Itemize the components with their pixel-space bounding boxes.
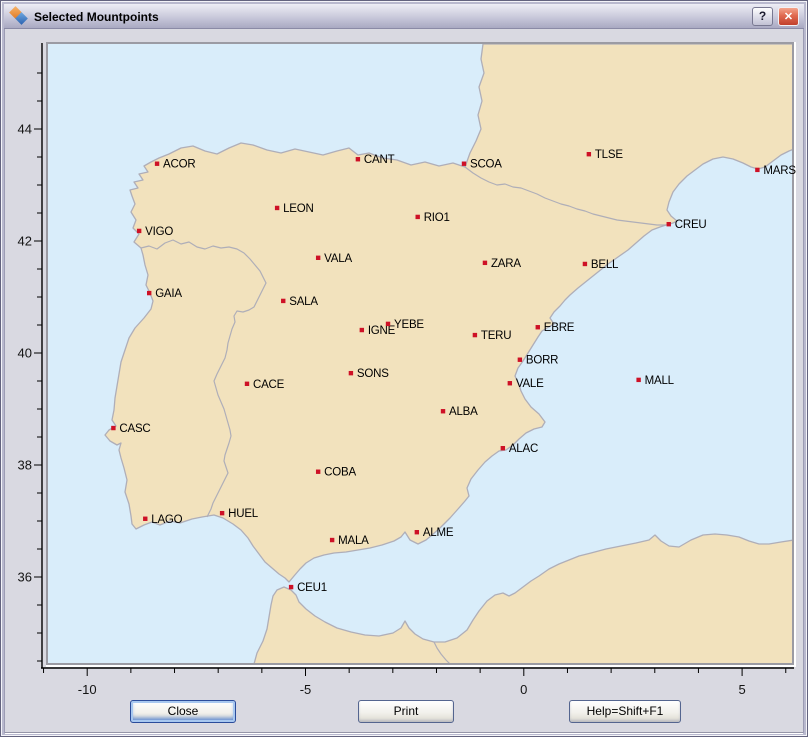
station-marker-casc <box>111 426 115 430</box>
y-axis-tick-label: 36 <box>18 570 32 585</box>
station-label-alba: ALBA <box>449 406 478 418</box>
station-label-vigo: VIGO <box>145 226 173 238</box>
station-label-ceu1: CEU1 <box>297 582 327 594</box>
station-label-vala: VALA <box>324 253 352 265</box>
app-icon <box>9 7 29 25</box>
station-marker-huel <box>220 511 224 515</box>
station-label-gaia: GAIA <box>155 288 182 300</box>
x-axis-tick-label: -10 <box>78 682 97 697</box>
station-label-cant: CANT <box>364 154 395 166</box>
y-axis-tick-label: 42 <box>18 234 32 249</box>
station-marker-gaia <box>147 291 151 295</box>
station-label-coba: COBA <box>324 467 356 479</box>
station-marker-coba <box>316 470 320 474</box>
station-marker-acor <box>155 162 159 166</box>
station-marker-alac <box>501 446 505 450</box>
station-label-bell: BELL <box>591 259 619 271</box>
station-label-rio1: RIO1 <box>424 212 450 224</box>
dialog-client-area: -10 -5 0 5 36 38 40 42 44 ACOR CANT SCOA TLSE MARS LEO… <box>5 29 803 732</box>
station-marker-leon <box>275 206 279 210</box>
help-icon: ? <box>759 9 766 23</box>
station-marker-mall <box>636 378 640 382</box>
close-button[interactable]: Close <box>130 700 236 723</box>
station-marker-sala <box>281 299 285 303</box>
x-axis-tick-label: -5 <box>300 682 312 697</box>
station-marker-creu <box>667 222 671 226</box>
titlebar-close-button[interactable]: ✕ <box>778 7 799 26</box>
y-axis-tick-label: 38 <box>18 458 32 473</box>
station-marker-lago <box>143 517 147 521</box>
station-label-casc: CASC <box>119 423 150 435</box>
station-label-scoa: SCOA <box>470 159 502 171</box>
station-marker-teru <box>473 333 477 337</box>
station-marker-bell <box>583 262 587 266</box>
station-label-acor: ACOR <box>163 159 195 171</box>
titlebar[interactable]: Selected Mountpoints ? ✕ <box>4 4 804 29</box>
station-label-vale: VALE <box>516 378 544 390</box>
station-marker-tlse <box>587 152 591 156</box>
titlebar-help-button[interactable]: ? <box>752 7 773 26</box>
close-icon: ✕ <box>784 10 793 23</box>
window-title: Selected Mountpoints <box>34 9 747 24</box>
station-marker-alba <box>441 409 445 413</box>
station-marker-mars <box>755 168 759 172</box>
station-label-huel: HUEL <box>228 508 259 520</box>
help-button[interactable]: Help=Shift+F1 <box>569 700 681 723</box>
station-marker-rio1 <box>416 215 420 219</box>
station-marker-cant <box>356 157 360 161</box>
station-label-mars: MARS <box>763 165 796 177</box>
station-marker-sons <box>349 371 353 375</box>
station-label-sala: SALA <box>289 296 318 308</box>
station-marker-mala <box>330 538 334 542</box>
station-marker-borr <box>518 358 522 362</box>
station-label-zara: ZARA <box>491 258 521 270</box>
y-axis-tick-label: 44 <box>18 122 32 137</box>
station-marker-ebre <box>536 325 540 329</box>
station-label-leon: LEON <box>283 203 314 215</box>
station-label-sons: SONS <box>357 368 389 380</box>
station-label-yebe: YEBE <box>394 319 424 331</box>
x-axis-tick-label: 5 <box>738 682 745 697</box>
station-marker-igne <box>360 328 364 332</box>
station-label-creu: CREU <box>675 219 707 231</box>
station-label-lago: LAGO <box>151 514 182 526</box>
station-label-teru: TERU <box>481 330 512 342</box>
bottom-separator <box>5 732 803 734</box>
print-button[interactable]: Print <box>358 700 454 723</box>
station-marker-alme <box>415 530 419 534</box>
station-label-borr: BORR <box>526 355 558 367</box>
station-label-cace: CACE <box>253 379 285 391</box>
selected-mountpoints-dialog: Selected Mountpoints ? ✕ <box>0 0 808 737</box>
x-axis-tick-label: 0 <box>520 682 527 697</box>
station-marker-cace <box>245 382 249 386</box>
station-marker-ceu1 <box>289 585 293 589</box>
station-label-mala: MALA <box>338 535 369 547</box>
station-marker-vala <box>316 256 320 260</box>
y-axis-tick-label: 40 <box>18 346 32 361</box>
station-label-ebre: EBRE <box>544 322 575 334</box>
station-label-alac: ALAC <box>509 443 538 455</box>
station-marker-yebe <box>386 322 390 326</box>
mountpoint-map: -10 -5 0 5 36 38 40 42 44 ACOR CANT SCOA TLSE MARS LEO… <box>5 29 805 699</box>
station-label-mall: MALL <box>645 375 675 387</box>
station-marker-zara <box>483 261 487 265</box>
station-label-igne: IGNE <box>368 325 396 337</box>
station-marker-vigo <box>137 229 141 233</box>
station-marker-scoa <box>462 162 466 166</box>
station-label-alme: ALME <box>423 527 454 539</box>
station-marker-vale <box>508 381 512 385</box>
station-label-tlse: TLSE <box>595 149 623 161</box>
